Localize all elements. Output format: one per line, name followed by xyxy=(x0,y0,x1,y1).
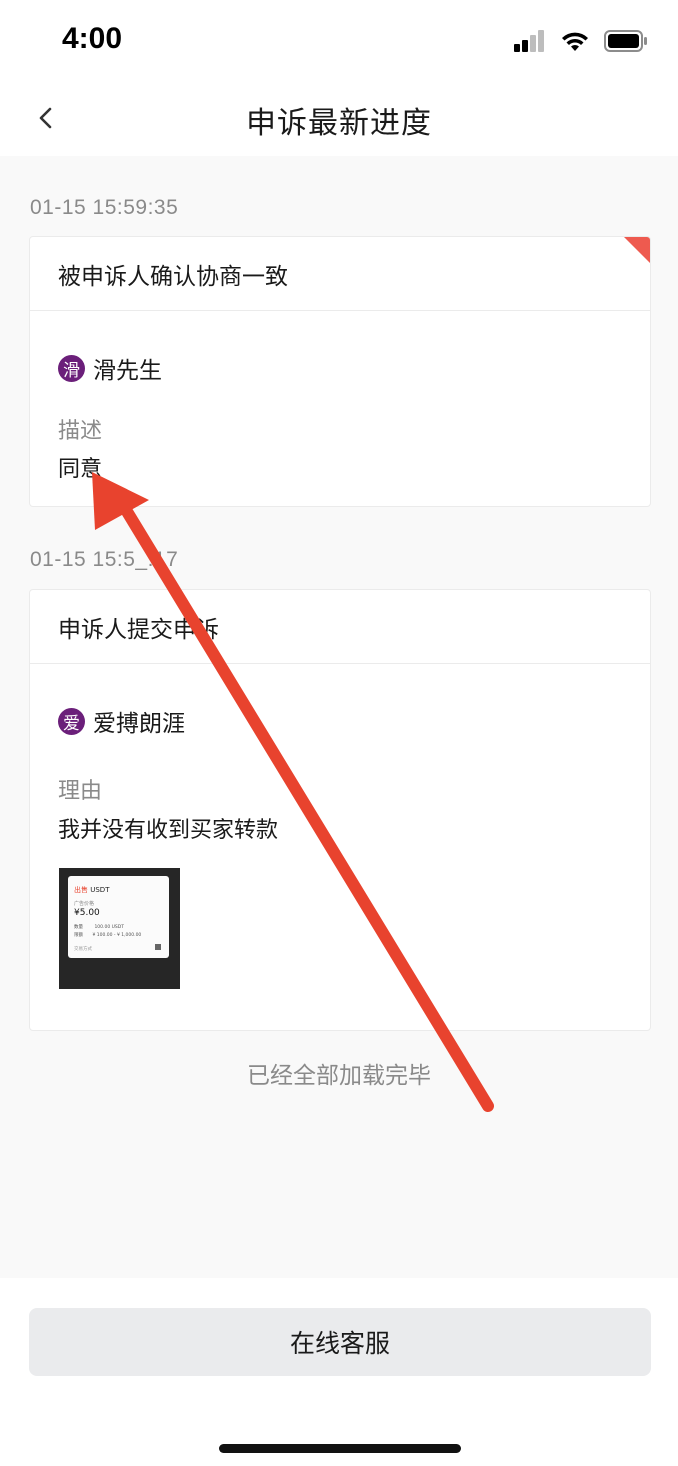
online-support-button[interactable]: 在线客服 xyxy=(29,1308,651,1376)
card-title: 申诉人提交申诉 xyxy=(30,590,650,664)
description-label: 描述 xyxy=(58,419,103,444)
entry-timestamp: 01-15 15:5_:17 xyxy=(30,548,179,571)
user-row: 爱 爱搏朗涯 xyxy=(58,704,185,738)
user-name: 滑先生 xyxy=(93,358,162,384)
bottom-bar: 在线客服 xyxy=(0,1278,678,1466)
cellular-signal-icon xyxy=(514,30,544,52)
list-end-text: 已经全部加载完毕 xyxy=(247,1063,431,1089)
reason-label: 理由 xyxy=(58,779,103,804)
home-indicator xyxy=(219,1444,461,1453)
screenshot-payment-label: 交易方式 xyxy=(74,947,92,952)
status-time: 4:00 xyxy=(62,22,123,55)
screenshot-qty-row: 数量 100.00 USDT xyxy=(74,925,124,930)
progress-card: 被申诉人确认协商一致 滑 滑先生 描述 同意 xyxy=(29,236,651,507)
status-bar: 4:00 xyxy=(0,0,678,84)
avatar: 滑 xyxy=(58,354,85,382)
status-icons xyxy=(514,28,648,54)
screenshot-panel: 出售 USDT 广告价格 ¥5.00 数量 100.00 USDT 限额 ¥ 1… xyxy=(68,876,169,958)
progress-card: 申诉人提交申诉 爱 爱搏朗涯 理由 我并没有收到买家转款 出售 USDT 广告价… xyxy=(29,589,651,1031)
card-title: 被申诉人确认协商一致 xyxy=(30,237,650,311)
user-name: 爱搏朗涯 xyxy=(93,711,185,737)
entry-timestamp: 01-15 15:59:35 xyxy=(30,196,179,219)
page-title: 申诉最新进度 xyxy=(246,106,432,141)
status-flag xyxy=(624,237,650,263)
attachment-thumbnail[interactable]: 出售 USDT 广告价格 ¥5.00 数量 100.00 USDT 限额 ¥ 1… xyxy=(59,868,180,989)
avatar: 爱 xyxy=(58,707,85,735)
wifi-icon xyxy=(562,32,588,51)
screenshot-heading: 出售 USDT xyxy=(74,886,110,894)
nav-header: 申诉最新进度 xyxy=(0,84,678,156)
user-row: 滑 滑先生 xyxy=(58,351,162,385)
screenshot-price-label: 广告价格 xyxy=(74,901,95,907)
description-value: 同意 xyxy=(58,457,103,482)
battery-icon xyxy=(604,30,647,52)
checkbox-icon xyxy=(155,944,161,950)
reason-value: 我并没有收到买家转款 xyxy=(58,818,279,843)
screenshot-limit-row: 限额 ¥ 100.00 - ¥ 1,000.00 xyxy=(74,933,142,938)
screenshot-price: ¥5.00 xyxy=(74,908,100,918)
